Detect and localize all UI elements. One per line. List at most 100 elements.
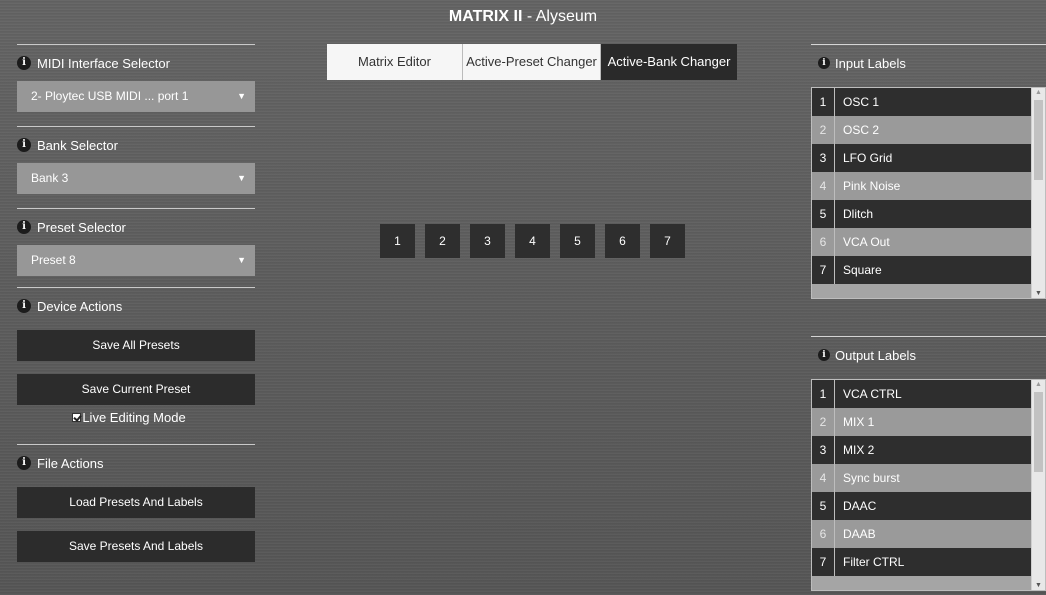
list-item[interactable]: 6 DAAB	[812, 520, 1032, 548]
output-labels-panel: i Output Labels 1 VCA CTRL 2 MIX 1 3 MIX 2 …	[811, 336, 1046, 591]
row-label[interactable]: OSC 1	[835, 95, 879, 109]
live-editing-toggle[interactable]: Live Editing Mode	[3, 407, 255, 427]
row-number: 1	[812, 380, 835, 408]
preset-select[interactable]: Preset 8 ▼	[17, 245, 255, 276]
list-item[interactable]: 6 VCA Out	[812, 228, 1032, 256]
list-item[interactable]: 4 Pink Noise	[812, 172, 1032, 200]
list-item[interactable]: 7 Filter CTRL	[812, 548, 1032, 576]
info-icon[interactable]: i	[17, 56, 31, 70]
bank-button-5[interactable]: 5	[560, 224, 595, 258]
scrollbar[interactable]: ▲ ▼	[1031, 380, 1045, 590]
dropdown-caret-icon: ▼	[237, 173, 246, 183]
row-number: 7	[812, 548, 835, 576]
bank-button-7[interactable]: 7	[650, 224, 685, 258]
tab-matrix-editor[interactable]: Matrix Editor	[327, 44, 463, 80]
row-label[interactable]: DAAB	[835, 527, 876, 541]
list-item[interactable]: 7 Square	[812, 256, 1032, 284]
info-icon[interactable]: i	[818, 57, 830, 69]
row-number: 2	[812, 116, 835, 144]
preset-selector-heading: Preset Selector	[37, 219, 126, 235]
row-label[interactable]: MIX 1	[835, 415, 874, 429]
bank-button-row: 1 2 3 4 5 6 7	[380, 224, 695, 258]
tab-active-bank-changer[interactable]: Active-Bank Changer	[601, 44, 737, 80]
scroll-down-icon[interactable]: ▼	[1035, 582, 1042, 589]
info-icon[interactable]: i	[818, 349, 830, 361]
list-item[interactable]: 3 LFO Grid	[812, 144, 1032, 172]
device-actions-header: i Device Actions	[17, 288, 255, 324]
midi-interface-value: 2- Ploytec USB MIDI ... port 1	[31, 89, 189, 103]
scroll-down-icon[interactable]: ▼	[1035, 290, 1042, 297]
info-icon[interactable]: i	[17, 299, 31, 313]
row-label[interactable]: Dlitch	[835, 207, 873, 221]
row-label[interactable]: VCA Out	[835, 235, 890, 249]
bank-select-value: Bank 3	[31, 171, 69, 185]
row-number: 6	[812, 228, 835, 256]
bank-select[interactable]: Bank 3 ▼	[17, 163, 255, 194]
list-item[interactable]: 2 OSC 2	[812, 116, 1032, 144]
live-editing-label: Live Editing Mode	[82, 409, 186, 425]
scroll-up-icon[interactable]: ▲	[1035, 89, 1042, 96]
row-number: 3	[812, 436, 835, 464]
row-number: 5	[812, 492, 835, 520]
row-label[interactable]: OSC 2	[835, 123, 879, 137]
save-presets-button[interactable]: Save Presets And Labels	[17, 531, 255, 562]
info-icon[interactable]: i	[17, 138, 31, 152]
input-labels-list[interactable]: 1 OSC 1 2 OSC 2 3 LFO Grid 4 Pink Noise 5 Dli…	[811, 87, 1046, 299]
row-label[interactable]: Pink Noise	[835, 179, 900, 193]
list-item[interactable]: 2 MIX 1	[812, 408, 1032, 436]
save-all-presets-button[interactable]: Save All Presets	[17, 330, 255, 361]
load-presets-button[interactable]: Load Presets And Labels	[17, 487, 255, 518]
save-current-preset-button[interactable]: Save Current Preset	[17, 374, 255, 405]
row-label[interactable]: Square	[835, 263, 882, 277]
app-title-sub: - Alyseum	[522, 8, 598, 25]
bank-button-4[interactable]: 4	[515, 224, 550, 258]
preset-select-value: Preset 8	[31, 253, 76, 267]
live-editing-checkbox[interactable]	[72, 412, 82, 422]
row-label[interactable]: DAAC	[835, 499, 876, 513]
row-label[interactable]: Sync burst	[835, 471, 900, 485]
file-actions-header: i File Actions	[17, 445, 255, 481]
list-item[interactable]: 3 MIX 2	[812, 436, 1032, 464]
row-number: 4	[812, 172, 835, 200]
device-actions-heading: Device Actions	[37, 298, 123, 314]
scroll-up-icon[interactable]: ▲	[1035, 381, 1042, 388]
info-icon[interactable]: i	[17, 220, 31, 234]
list-item[interactable]: 4 Sync burst	[812, 464, 1032, 492]
scrollbar-thumb[interactable]	[1034, 392, 1043, 472]
row-label[interactable]: Filter CTRL	[835, 555, 904, 569]
list-item[interactable]: 5 DAAC	[812, 492, 1032, 520]
midi-interface-select[interactable]: 2- Ploytec USB MIDI ... port 1 ▼	[17, 81, 255, 112]
scrollbar-thumb[interactable]	[1034, 100, 1043, 180]
row-number: 6	[812, 520, 835, 548]
row-number: 7	[812, 256, 835, 284]
row-label[interactable]: LFO Grid	[835, 151, 892, 165]
info-icon[interactable]: i	[17, 456, 31, 470]
bank-selector-header: i Bank Selector	[17, 127, 255, 163]
midi-interface-heading: MIDI Interface Selector	[37, 55, 170, 71]
tab-active-preset-changer[interactable]: Active-Preset Changer	[463, 44, 601, 80]
input-labels-heading: Input Labels	[835, 55, 906, 71]
output-labels-list[interactable]: 1 VCA CTRL 2 MIX 1 3 MIX 2 4 Sync burst 5 DAA…	[811, 379, 1046, 591]
midi-interface-header: i MIDI Interface Selector	[17, 45, 255, 81]
input-labels-header: i Input Labels	[811, 45, 1046, 81]
bank-button-1[interactable]: 1	[380, 224, 415, 258]
app-title-main: MATRIX II	[448, 8, 523, 25]
row-number: 5	[812, 200, 835, 228]
row-label[interactable]: VCA CTRL	[835, 387, 902, 401]
row-number: 2	[812, 408, 835, 436]
output-labels-header: i Output Labels	[811, 337, 1046, 373]
tab-bar: Matrix Editor Active-Preset Changer Acti…	[327, 44, 737, 80]
file-actions-heading: File Actions	[37, 455, 104, 471]
output-labels-heading: Output Labels	[835, 347, 916, 363]
app-title: MATRIX II - Alyseum	[0, 0, 1046, 34]
row-number: 1	[812, 88, 835, 116]
list-item[interactable]: 1 VCA CTRL	[812, 380, 1032, 408]
list-item[interactable]: 5 Dlitch	[812, 200, 1032, 228]
scrollbar[interactable]: ▲ ▼	[1031, 88, 1045, 298]
list-item[interactable]: 1 OSC 1	[812, 88, 1032, 116]
bank-selector-heading: Bank Selector	[37, 137, 118, 153]
bank-button-6[interactable]: 6	[605, 224, 640, 258]
bank-button-3[interactable]: 3	[470, 224, 505, 258]
row-label[interactable]: MIX 2	[835, 443, 874, 457]
bank-button-2[interactable]: 2	[425, 224, 460, 258]
